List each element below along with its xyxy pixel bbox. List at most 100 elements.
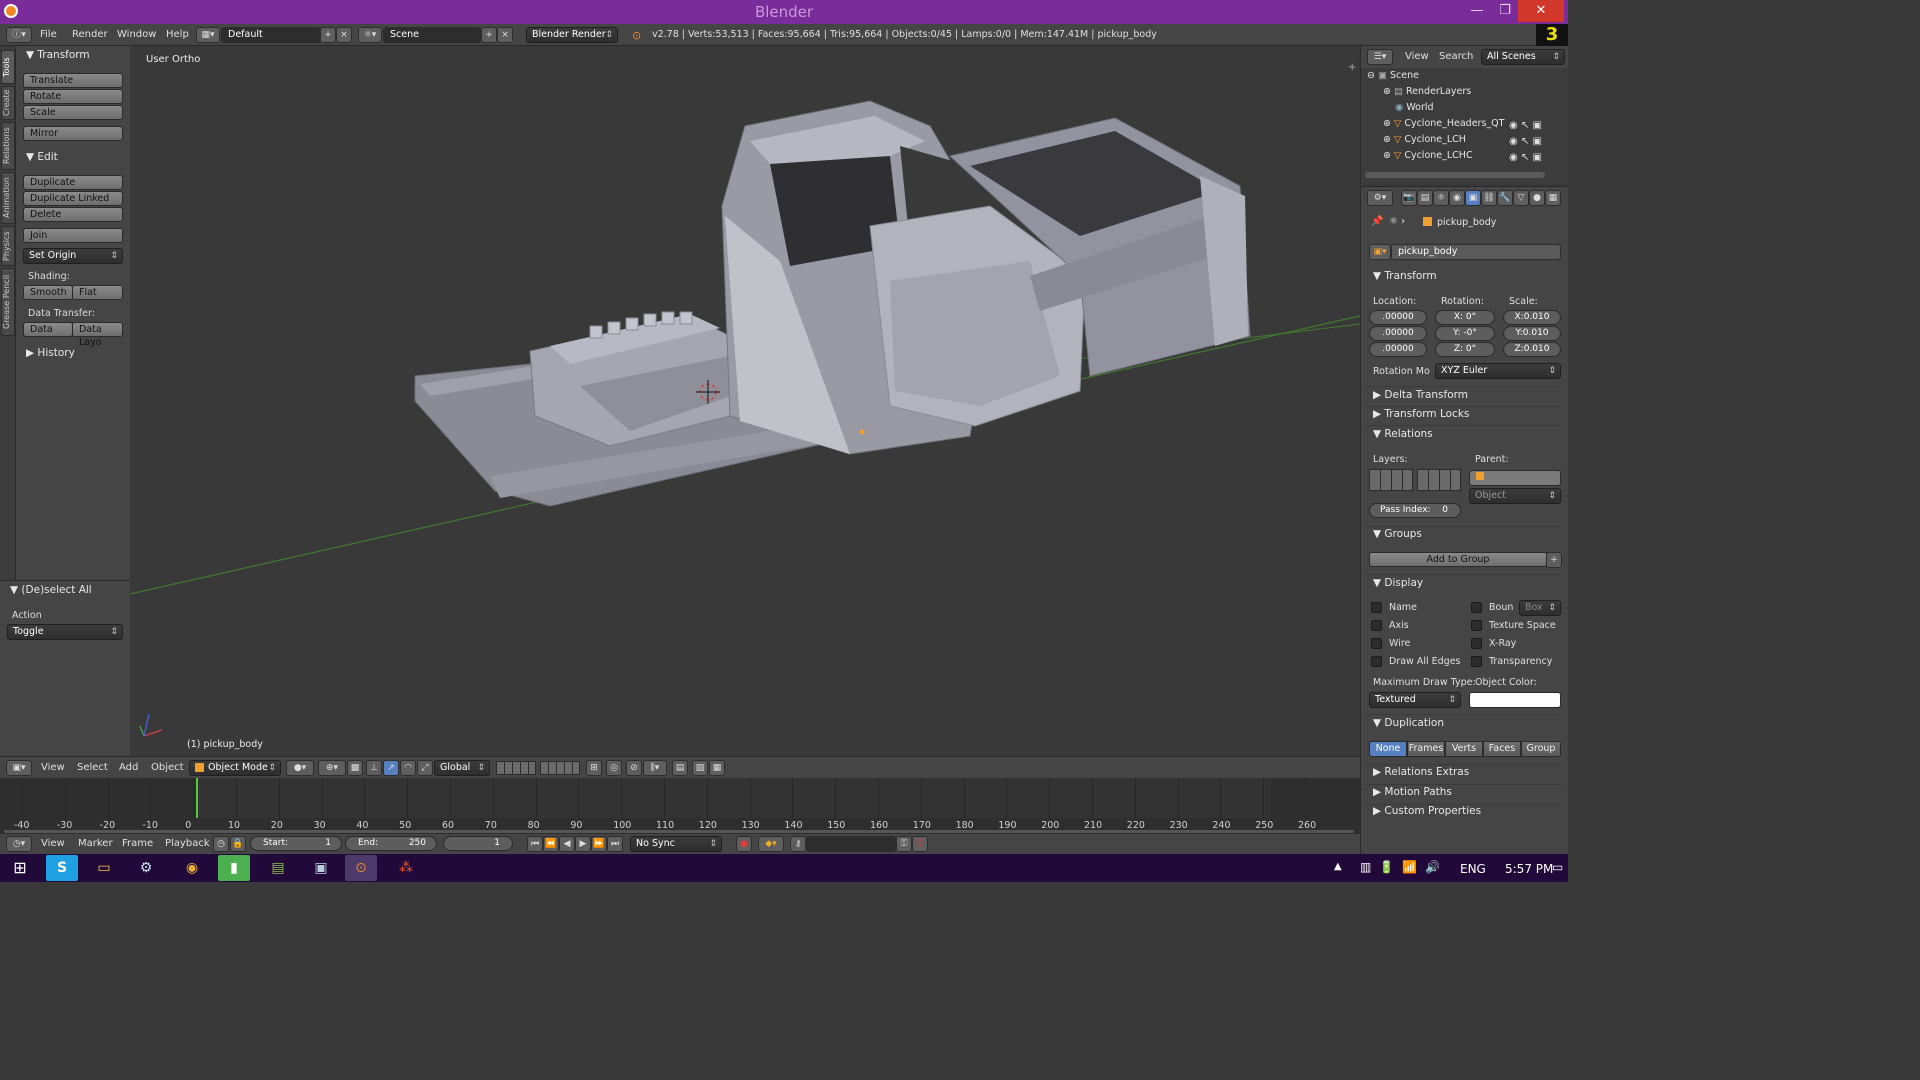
render-layers-tab-icon[interactable]: ▤ bbox=[1417, 190, 1433, 206]
dup-verts-button[interactable]: Verts bbox=[1445, 741, 1483, 757]
menu-object[interactable]: Object bbox=[151, 762, 184, 773]
axis-checkbox[interactable] bbox=[1371, 620, 1382, 631]
render-tab-icon[interactable]: 📷 bbox=[1401, 190, 1417, 206]
layers-grid-icon[interactable] bbox=[1369, 469, 1413, 491]
record-icon[interactable]: ● bbox=[736, 836, 752, 852]
constraints-tab-icon[interactable]: ⛓ bbox=[1481, 190, 1497, 206]
transform-panel-header[interactable]: ▼ Transform bbox=[26, 49, 90, 61]
end-frame-field[interactable]: End: 250 bbox=[345, 836, 437, 851]
parent-type-select[interactable]: Object bbox=[1469, 488, 1561, 504]
play-icon[interactable]: ▶ bbox=[575, 836, 591, 852]
outliner-menu-search[interactable]: Search bbox=[1439, 51, 1473, 62]
preview-range-icon[interactable]: ◷ bbox=[213, 836, 229, 852]
orientation-select[interactable]: Global bbox=[434, 760, 490, 776]
groups-header[interactable]: ▼ Groups bbox=[1373, 528, 1422, 540]
3d-viewport[interactable]: User Ortho (1) pickup_body + bbox=[130, 46, 1360, 756]
tab-relations[interactable]: Relations bbox=[1, 122, 15, 170]
rotation-y-field[interactable]: Y: -0° bbox=[1435, 326, 1495, 341]
tab-animation[interactable]: Animation bbox=[1, 172, 15, 224]
clock[interactable]: 5:57 PM bbox=[1505, 862, 1553, 876]
duplication-header[interactable]: ▼ Duplication bbox=[1373, 717, 1444, 729]
relations-header[interactable]: ▼ Relations bbox=[1373, 428, 1433, 440]
layers-grid-2-icon[interactable] bbox=[1417, 469, 1461, 491]
render-image-icon[interactable]: ▧ bbox=[692, 760, 708, 776]
data-button[interactable]: Data bbox=[23, 322, 73, 337]
menu-render[interactable]: Render bbox=[72, 29, 108, 40]
lock-layers-icon[interactable]: ⊞ bbox=[586, 760, 602, 776]
scale-y-field[interactable]: Y:0.010 bbox=[1503, 326, 1561, 341]
mirror-button[interactable]: Mirror bbox=[23, 126, 123, 141]
dots-app-icon[interactable]: ⁂ bbox=[390, 855, 422, 881]
opengl-render-icon[interactable]: ▤ bbox=[672, 760, 688, 776]
data-layout-button[interactable]: Data Layo bbox=[72, 322, 123, 348]
current-frame-marker[interactable] bbox=[196, 778, 198, 818]
editor-type-icon[interactable]: ▣▾ bbox=[6, 760, 32, 776]
location-y-field[interactable]: .00000 bbox=[1369, 326, 1427, 341]
texture-tab-icon[interactable]: ▦ bbox=[1545, 190, 1561, 206]
texture-space-checkbox[interactable] bbox=[1471, 620, 1482, 631]
display-header[interactable]: ▼ Display bbox=[1373, 577, 1423, 589]
notifications-icon[interactable]: ▭ bbox=[1552, 860, 1563, 874]
sync-select[interactable]: No Sync bbox=[630, 836, 722, 852]
transparency-checkbox[interactable] bbox=[1471, 656, 1482, 667]
motion-paths-header[interactable]: ▶ Motion Paths bbox=[1373, 786, 1452, 798]
jump-end-icon[interactable]: ⏭ bbox=[607, 836, 623, 852]
location-x-field[interactable]: .00000 bbox=[1369, 310, 1427, 325]
new-group-icon[interactable]: + bbox=[1546, 552, 1562, 568]
data-tab-icon[interactable]: ▽ bbox=[1513, 190, 1529, 206]
set-origin-select[interactable]: Set Origin bbox=[23, 248, 123, 264]
dup-none-button[interactable]: None bbox=[1369, 741, 1407, 757]
max-draw-type-select[interactable]: Textured bbox=[1369, 692, 1461, 708]
duplicate-linked-button[interactable]: Duplicate Linked bbox=[23, 191, 123, 206]
menu-window[interactable]: Window bbox=[117, 29, 156, 40]
green-app-icon[interactable]: ▮ bbox=[218, 855, 250, 881]
visibility-eye-icon[interactable]: ◉ ↖ ▣ bbox=[1509, 120, 1542, 131]
custom-properties-header[interactable]: ▶ Custom Properties bbox=[1373, 805, 1481, 817]
keying-set-field[interactable] bbox=[806, 836, 896, 852]
pass-index-field[interactable]: Pass Index: 0 bbox=[1369, 503, 1461, 518]
timeline-scrollbar[interactable] bbox=[4, 830, 1354, 833]
object-name-field[interactable]: pickup_body bbox=[1391, 244, 1561, 260]
pivot-icon[interactable]: ⊕▾ bbox=[318, 760, 346, 776]
dup-group-button[interactable]: Group bbox=[1521, 741, 1561, 757]
smooth-button[interactable]: Smooth bbox=[23, 285, 73, 300]
render-animation-icon[interactable]: ▦ bbox=[709, 760, 725, 776]
blender-taskbar-icon[interactable]: ⊙ bbox=[345, 855, 377, 881]
menu-file[interactable]: File bbox=[40, 29, 57, 40]
scene-tab-icon[interactable]: ⚛ bbox=[1433, 190, 1449, 206]
outliner-scrollbar[interactable] bbox=[1365, 172, 1545, 178]
menu-help[interactable]: Help bbox=[166, 29, 189, 40]
delete-keyframe-icon[interactable]: ⚿ bbox=[912, 836, 928, 852]
scale-button[interactable]: Scale bbox=[23, 105, 123, 120]
scale-manipulator-icon[interactable]: ⤢ bbox=[417, 760, 433, 776]
menu-marker[interactable]: Marker bbox=[78, 838, 113, 849]
dup-frames-button[interactable]: Frames bbox=[1407, 741, 1445, 757]
tab-tools[interactable]: Tools bbox=[1, 50, 15, 84]
menu-add[interactable]: Add bbox=[119, 762, 138, 773]
timeline-editor-type-icon[interactable]: ◷▾ bbox=[6, 836, 32, 852]
transform-locks-header[interactable]: ▶ Transform Locks bbox=[1373, 408, 1469, 420]
join-button[interactable]: Join bbox=[23, 228, 123, 243]
outliner-filter-select[interactable]: All Scenes bbox=[1481, 49, 1565, 65]
bounds-checkbox[interactable] bbox=[1471, 602, 1482, 613]
object-color-swatch[interactable] bbox=[1469, 692, 1561, 708]
translate-manipulator-icon[interactable]: ↗ bbox=[383, 760, 399, 776]
tab-create[interactable]: Create bbox=[1, 86, 15, 120]
outliner-row-world[interactable]: ◉ World bbox=[1361, 100, 1561, 116]
maximize-button[interactable]: ❐ bbox=[1490, 0, 1520, 22]
menu-view[interactable]: View bbox=[41, 762, 65, 773]
jump-start-icon[interactable]: ⏮ bbox=[527, 836, 543, 852]
plus-icon[interactable]: + bbox=[1348, 62, 1356, 73]
manipulator-icon[interactable]: ⊥ bbox=[366, 760, 382, 776]
draw-all-edges-checkbox[interactable] bbox=[1371, 656, 1382, 667]
outliner-menu-view[interactable]: View bbox=[1405, 51, 1429, 62]
material-tab-icon[interactable]: ● bbox=[1529, 190, 1545, 206]
window-app-icon[interactable]: ▣ bbox=[305, 855, 337, 881]
modifiers-tab-icon[interactable]: 🔧 bbox=[1497, 190, 1513, 206]
menu-frame[interactable]: Frame bbox=[122, 838, 153, 849]
edit-panel-header[interactable]: ▼ Edit bbox=[26, 151, 58, 163]
language-indicator[interactable]: ENG bbox=[1460, 862, 1486, 876]
menu-select[interactable]: Select bbox=[77, 762, 108, 773]
spreadsheet-app-icon[interactable]: ▤ bbox=[262, 855, 294, 881]
object-datablock-icon[interactable]: ▣▾ bbox=[1369, 244, 1391, 260]
